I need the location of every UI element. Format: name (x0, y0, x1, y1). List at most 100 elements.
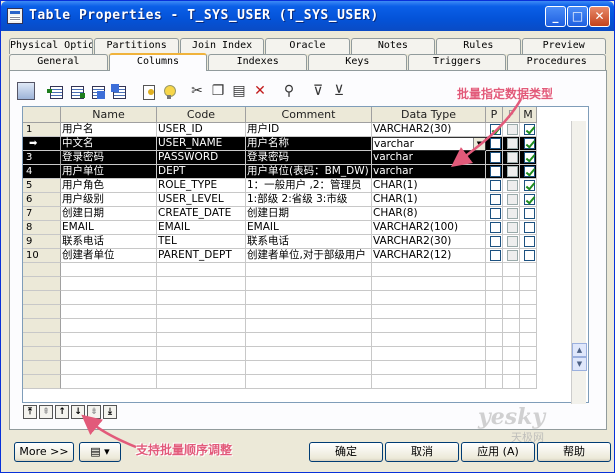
empty-cell[interactable] (503, 361, 520, 375)
empty-cell[interactable] (157, 375, 246, 389)
checkbox-p[interactable] (490, 138, 501, 149)
row-number[interactable]: 3 (23, 151, 61, 165)
empty-cell[interactable] (157, 333, 246, 347)
chevron-down-icon[interactable]: ▼ (473, 138, 485, 150)
checkbox-p[interactable] (490, 208, 501, 219)
header-comment[interactable]: Comment (246, 107, 372, 123)
empty-cell[interactable] (372, 333, 486, 347)
cell-code[interactable]: PASSWORD (157, 151, 246, 165)
empty-cell[interactable] (23, 263, 61, 277)
table-row[interactable]: 3 登录密码 PASSWORD 登录密码 varchar (23, 151, 537, 165)
row-number[interactable]: ➡ (23, 137, 61, 151)
apply-button[interactable]: 应用 (A) (461, 442, 535, 462)
checkbox-f[interactable] (507, 236, 518, 247)
cell-name[interactable]: 用户单位 (61, 165, 157, 179)
row-number[interactable]: 7 (23, 207, 61, 221)
empty-cell[interactable] (246, 263, 372, 277)
cell-code[interactable]: CREATE_DATE (157, 207, 246, 221)
delete-icon[interactable]: ✕ (251, 82, 269, 100)
empty-cell[interactable] (372, 305, 486, 319)
checkbox-f[interactable] (507, 222, 518, 233)
tab-partitions[interactable]: Partitions (94, 38, 179, 54)
scroll-up-button[interactable]: ▲ (572, 343, 587, 357)
empty-cell[interactable] (520, 333, 537, 347)
move-page-down-button[interactable]: ⇟ (87, 405, 101, 419)
checkbox-f[interactable] (507, 138, 518, 149)
tab-rules[interactable]: Rules (436, 38, 521, 54)
empty-row[interactable] (23, 347, 537, 361)
move-top-button[interactable]: ⤒ (23, 405, 37, 419)
cell-code[interactable]: USER_LEVEL (157, 193, 246, 207)
cell-name[interactable]: 登录密码 (61, 151, 157, 165)
row-number[interactable]: 10 (23, 249, 61, 263)
cell-name[interactable]: 用户角色 (61, 179, 157, 193)
checkbox-f[interactable] (507, 124, 518, 135)
more-button[interactable]: More >> (14, 442, 74, 462)
empty-row[interactable] (23, 277, 537, 291)
header-mandatory[interactable]: M (520, 107, 537, 123)
minimize-button[interactable]: _ (545, 6, 566, 27)
row-number[interactable]: 8 (23, 221, 61, 235)
cell-code[interactable]: DEPT (157, 165, 246, 179)
checkbox-m[interactable] (524, 222, 535, 233)
cell-comment[interactable]: 联系电话 (246, 235, 372, 249)
empty-cell[interactable] (23, 375, 61, 389)
empty-cell[interactable] (503, 333, 520, 347)
checkbox-p[interactable] (490, 194, 501, 205)
find-binoculars-icon[interactable]: ⚲ (280, 82, 298, 100)
cell-datatype[interactable]: VARCHAR2(100) (372, 221, 486, 235)
cut-icon[interactable]: ✂ (188, 82, 206, 100)
cancel-button[interactable]: 取消 (385, 442, 459, 462)
empty-cell[interactable] (157, 277, 246, 291)
checkbox-m[interactable] (524, 180, 535, 191)
empty-cell[interactable] (61, 277, 157, 291)
insert-row-icon[interactable] (46, 82, 64, 100)
checkbox-f[interactable] (507, 194, 518, 205)
header-foreign[interactable]: F (503, 107, 520, 123)
empty-cell[interactable] (61, 263, 157, 277)
empty-cell[interactable] (23, 319, 61, 333)
checkbox-p[interactable] (490, 124, 501, 135)
paste-icon[interactable]: ▤ (230, 82, 248, 100)
header-name[interactable]: Name (61, 107, 157, 123)
tab-procedures[interactable]: Procedures (507, 54, 607, 70)
tab-columns[interactable]: Columns (108, 53, 208, 71)
cell-code[interactable]: EMAIL (157, 221, 246, 235)
scroll-down-button[interactable]: ▼ (572, 357, 587, 371)
empty-cell[interactable] (520, 375, 537, 389)
empty-cell[interactable] (520, 263, 537, 277)
table-row[interactable]: 5 用户角色 ROLE_TYPE 1：一般用户 ,2：管理员 CHAR(1) (23, 179, 537, 193)
checkbox-p[interactable] (490, 152, 501, 163)
close-button[interactable]: ✕ (589, 6, 610, 27)
checkbox-m[interactable] (524, 250, 535, 261)
move-down-button[interactable]: ↓ (71, 405, 85, 419)
empty-cell[interactable] (503, 319, 520, 333)
tab-general[interactable]: General (9, 54, 108, 70)
empty-cell[interactable] (486, 305, 503, 319)
header-code[interactable]: Code (157, 107, 246, 123)
cell-comment[interactable]: 1:部级 2:省级 3:市级 (246, 193, 372, 207)
empty-cell[interactable] (246, 277, 372, 291)
help-button[interactable]: 帮助 (537, 442, 611, 462)
empty-cell[interactable] (246, 361, 372, 375)
empty-cell[interactable] (23, 333, 61, 347)
checkbox-m[interactable] (524, 152, 535, 163)
checkbox-f[interactable] (507, 208, 518, 219)
cell-datatype[interactable]: VARCHAR2(30) (372, 235, 486, 249)
empty-row[interactable] (23, 263, 537, 277)
cell-datatype[interactable]: varchar (372, 165, 486, 179)
empty-cell[interactable] (520, 291, 537, 305)
checkbox-m[interactable] (524, 138, 535, 149)
cell-name[interactable]: 联系电话 (61, 235, 157, 249)
empty-cell[interactable] (23, 277, 61, 291)
checkbox-f[interactable] (507, 152, 518, 163)
empty-cell[interactable] (503, 263, 520, 277)
empty-cell[interactable] (246, 347, 372, 361)
checkbox-p[interactable] (490, 180, 501, 191)
cell-code[interactable]: PARENT_DEPT (157, 249, 246, 263)
cell-comment[interactable]: 创建日期 (246, 207, 372, 221)
empty-cell[interactable] (486, 347, 503, 361)
move-bottom-button[interactable]: ⤓ (103, 405, 117, 419)
empty-cell[interactable] (503, 277, 520, 291)
tab-triggers[interactable]: Triggers (407, 54, 507, 70)
